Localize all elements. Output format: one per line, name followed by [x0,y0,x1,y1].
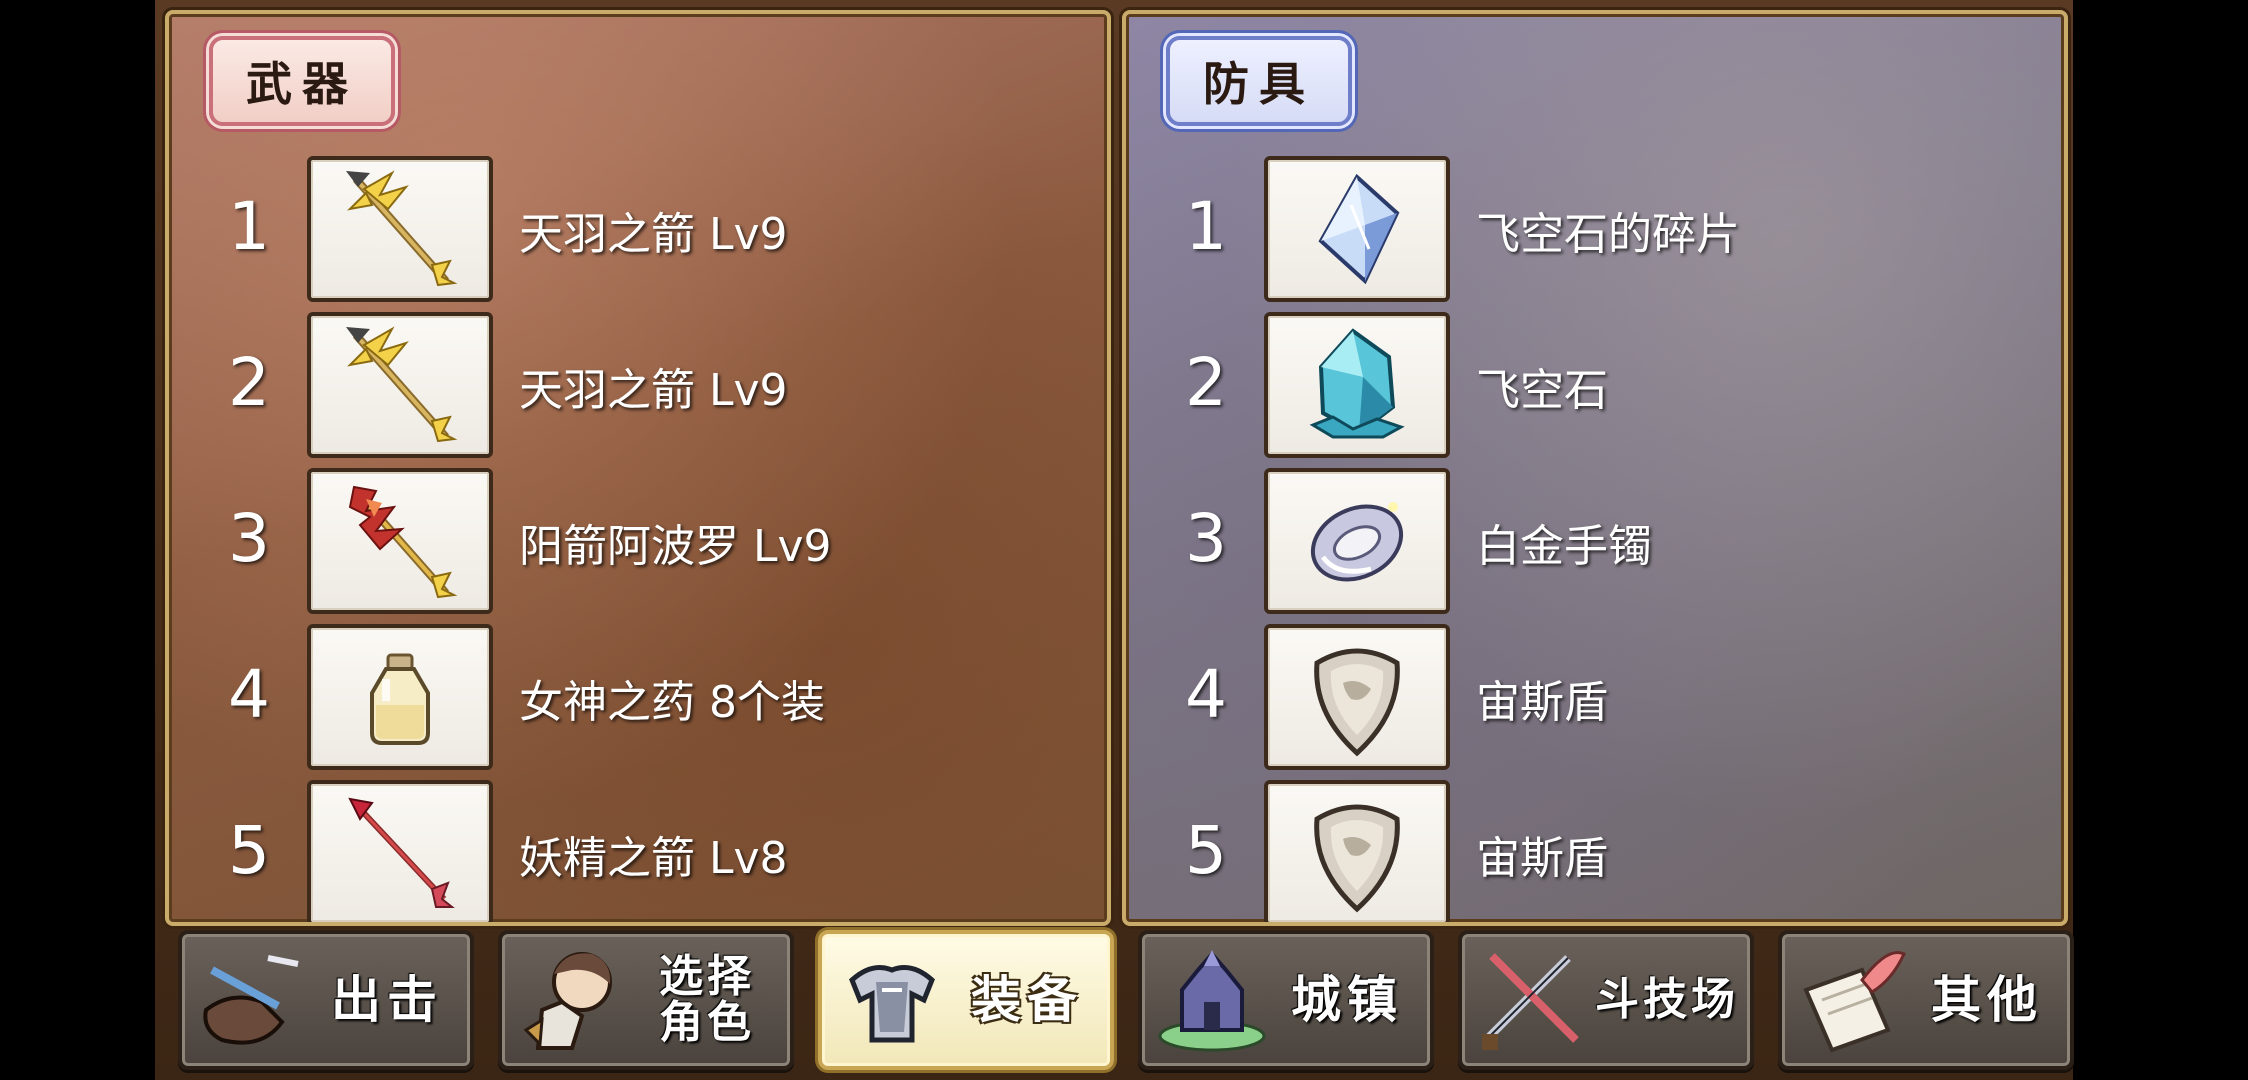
feather-arrow-icon [346,326,458,443]
flame-arrow-icon [348,485,458,599]
weapon-slot[interactable] [307,468,493,614]
nav-sortie-label: 出击 [331,970,443,1029]
armor-title: 防具 [1166,36,1352,126]
bottom-nav: 出击 选择 角色 装备 城镇 斗技场 其他 [178,930,2074,1070]
armor-row-5[interactable]: 5 宙斯盾 [1166,778,2026,922]
armor-name: 飞空石的碎片 [1476,209,1740,260]
nav-arena-label: 斗技场 [1595,973,1739,1025]
sortie-icon [203,955,299,1045]
nav-arena-button[interactable]: 斗技场 [1458,930,1754,1070]
nav-equipment-button[interactable]: 装备 [818,930,1114,1070]
weapon-slot-number: 2 [228,344,270,421]
weapon-slot[interactable] [307,780,493,922]
shield-icon [1314,648,1400,757]
potion-bottle-icon [370,653,430,745]
platinum-bracelet-icon [1310,502,1404,582]
scroll-quill-icon [1803,951,1906,1053]
town-icon [1158,950,1266,1052]
weapon-slot[interactable] [307,312,493,458]
weapon-name: 阳箭阿波罗 Lv9 [519,521,832,572]
red-arrow-icon [348,797,455,908]
weapon-row-5[interactable]: 5 妖精之箭 Lv8 [209,778,1069,922]
armor-name: 飞空石 [1476,365,1608,416]
armor-panel: 防具 1 飞空石的碎片 2 飞空石 3 白金手镯 4 宙斯盾 5 宙斯盾 [1122,10,2068,926]
nav-character-select-label: 选择 角色 [659,950,755,1048]
armor-slot-number: 4 [1185,656,1227,733]
armor-slot[interactable] [1264,780,1450,922]
weapon-name: 妖精之箭 Lv8 [519,833,788,884]
weapon-name: 天羽之箭 Lv9 [519,365,788,416]
character-select-icon [523,952,612,1050]
armor-slot-number: 2 [1185,344,1227,421]
armor-slot-number: 5 [1185,812,1227,889]
nav-sortie-button[interactable]: 出击 [178,930,474,1070]
armor-slot[interactable] [1264,312,1450,458]
armor-row-4[interactable]: 4 宙斯盾 [1166,622,2026,770]
weapon-slot[interactable] [307,156,493,302]
armor-slot-number: 1 [1185,188,1227,265]
crystal-shard-icon [1318,173,1400,285]
armor-name: 宙斯盾 [1476,833,1608,884]
armor-name: 宙斯盾 [1476,677,1608,728]
armor-slot[interactable] [1264,156,1450,302]
sky-stone-icon [1309,328,1405,439]
weapon-name: 女神之药 8个装 [519,677,825,728]
weapon-slot-number: 4 [228,656,270,733]
nav-other-button[interactable]: 其他 [1778,930,2074,1070]
armor-row-1[interactable]: 1 飞空石的碎片 [1166,154,2026,302]
nav-equipment-label: 装备 [971,970,1083,1029]
shield-icon [1314,804,1400,913]
weapon-slot-number: 3 [228,500,270,577]
arena-swords-icon [1482,953,1579,1050]
weapon-row-3[interactable]: 3 阳箭阿波罗 Lv9 [209,466,1069,614]
nav-town-button[interactable]: 城镇 [1138,930,1434,1070]
nav-town-label: 城镇 [1291,970,1403,1029]
weapons-title: 武器 [209,36,395,126]
weapon-row-4[interactable]: 4 女神之药 8个装 [209,622,1069,770]
armor-row-3[interactable]: 3 白金手镯 [1166,466,2026,614]
weapon-slot-number: 5 [228,812,270,889]
armor-slot-number: 3 [1185,500,1227,577]
weapon-slot[interactable] [307,624,493,770]
nav-character-select-button[interactable]: 选择 角色 [498,930,794,1070]
weapon-row-1[interactable]: 1 天羽之箭 Lv9 [209,154,1069,302]
armor-equip-icon [849,965,935,1043]
weapons-panel: 武器 1 天羽之箭 Lv9 2 天羽之箭 Lv9 3 阳箭阿波罗 Lv9 4 女… [165,10,1111,926]
weapon-name: 天羽之箭 Lv9 [519,209,788,260]
armor-row-2[interactable]: 2 飞空石 [1166,310,2026,458]
armor-slot[interactable] [1264,468,1450,614]
armor-name: 白金手镯 [1476,521,1652,572]
weapon-row-2[interactable]: 2 天羽之箭 Lv9 [209,310,1069,458]
nav-other-label: 其他 [1931,970,2043,1029]
weapon-slot-number: 1 [228,188,270,265]
armor-slot[interactable] [1264,624,1450,770]
feather-arrow-icon [346,170,458,287]
